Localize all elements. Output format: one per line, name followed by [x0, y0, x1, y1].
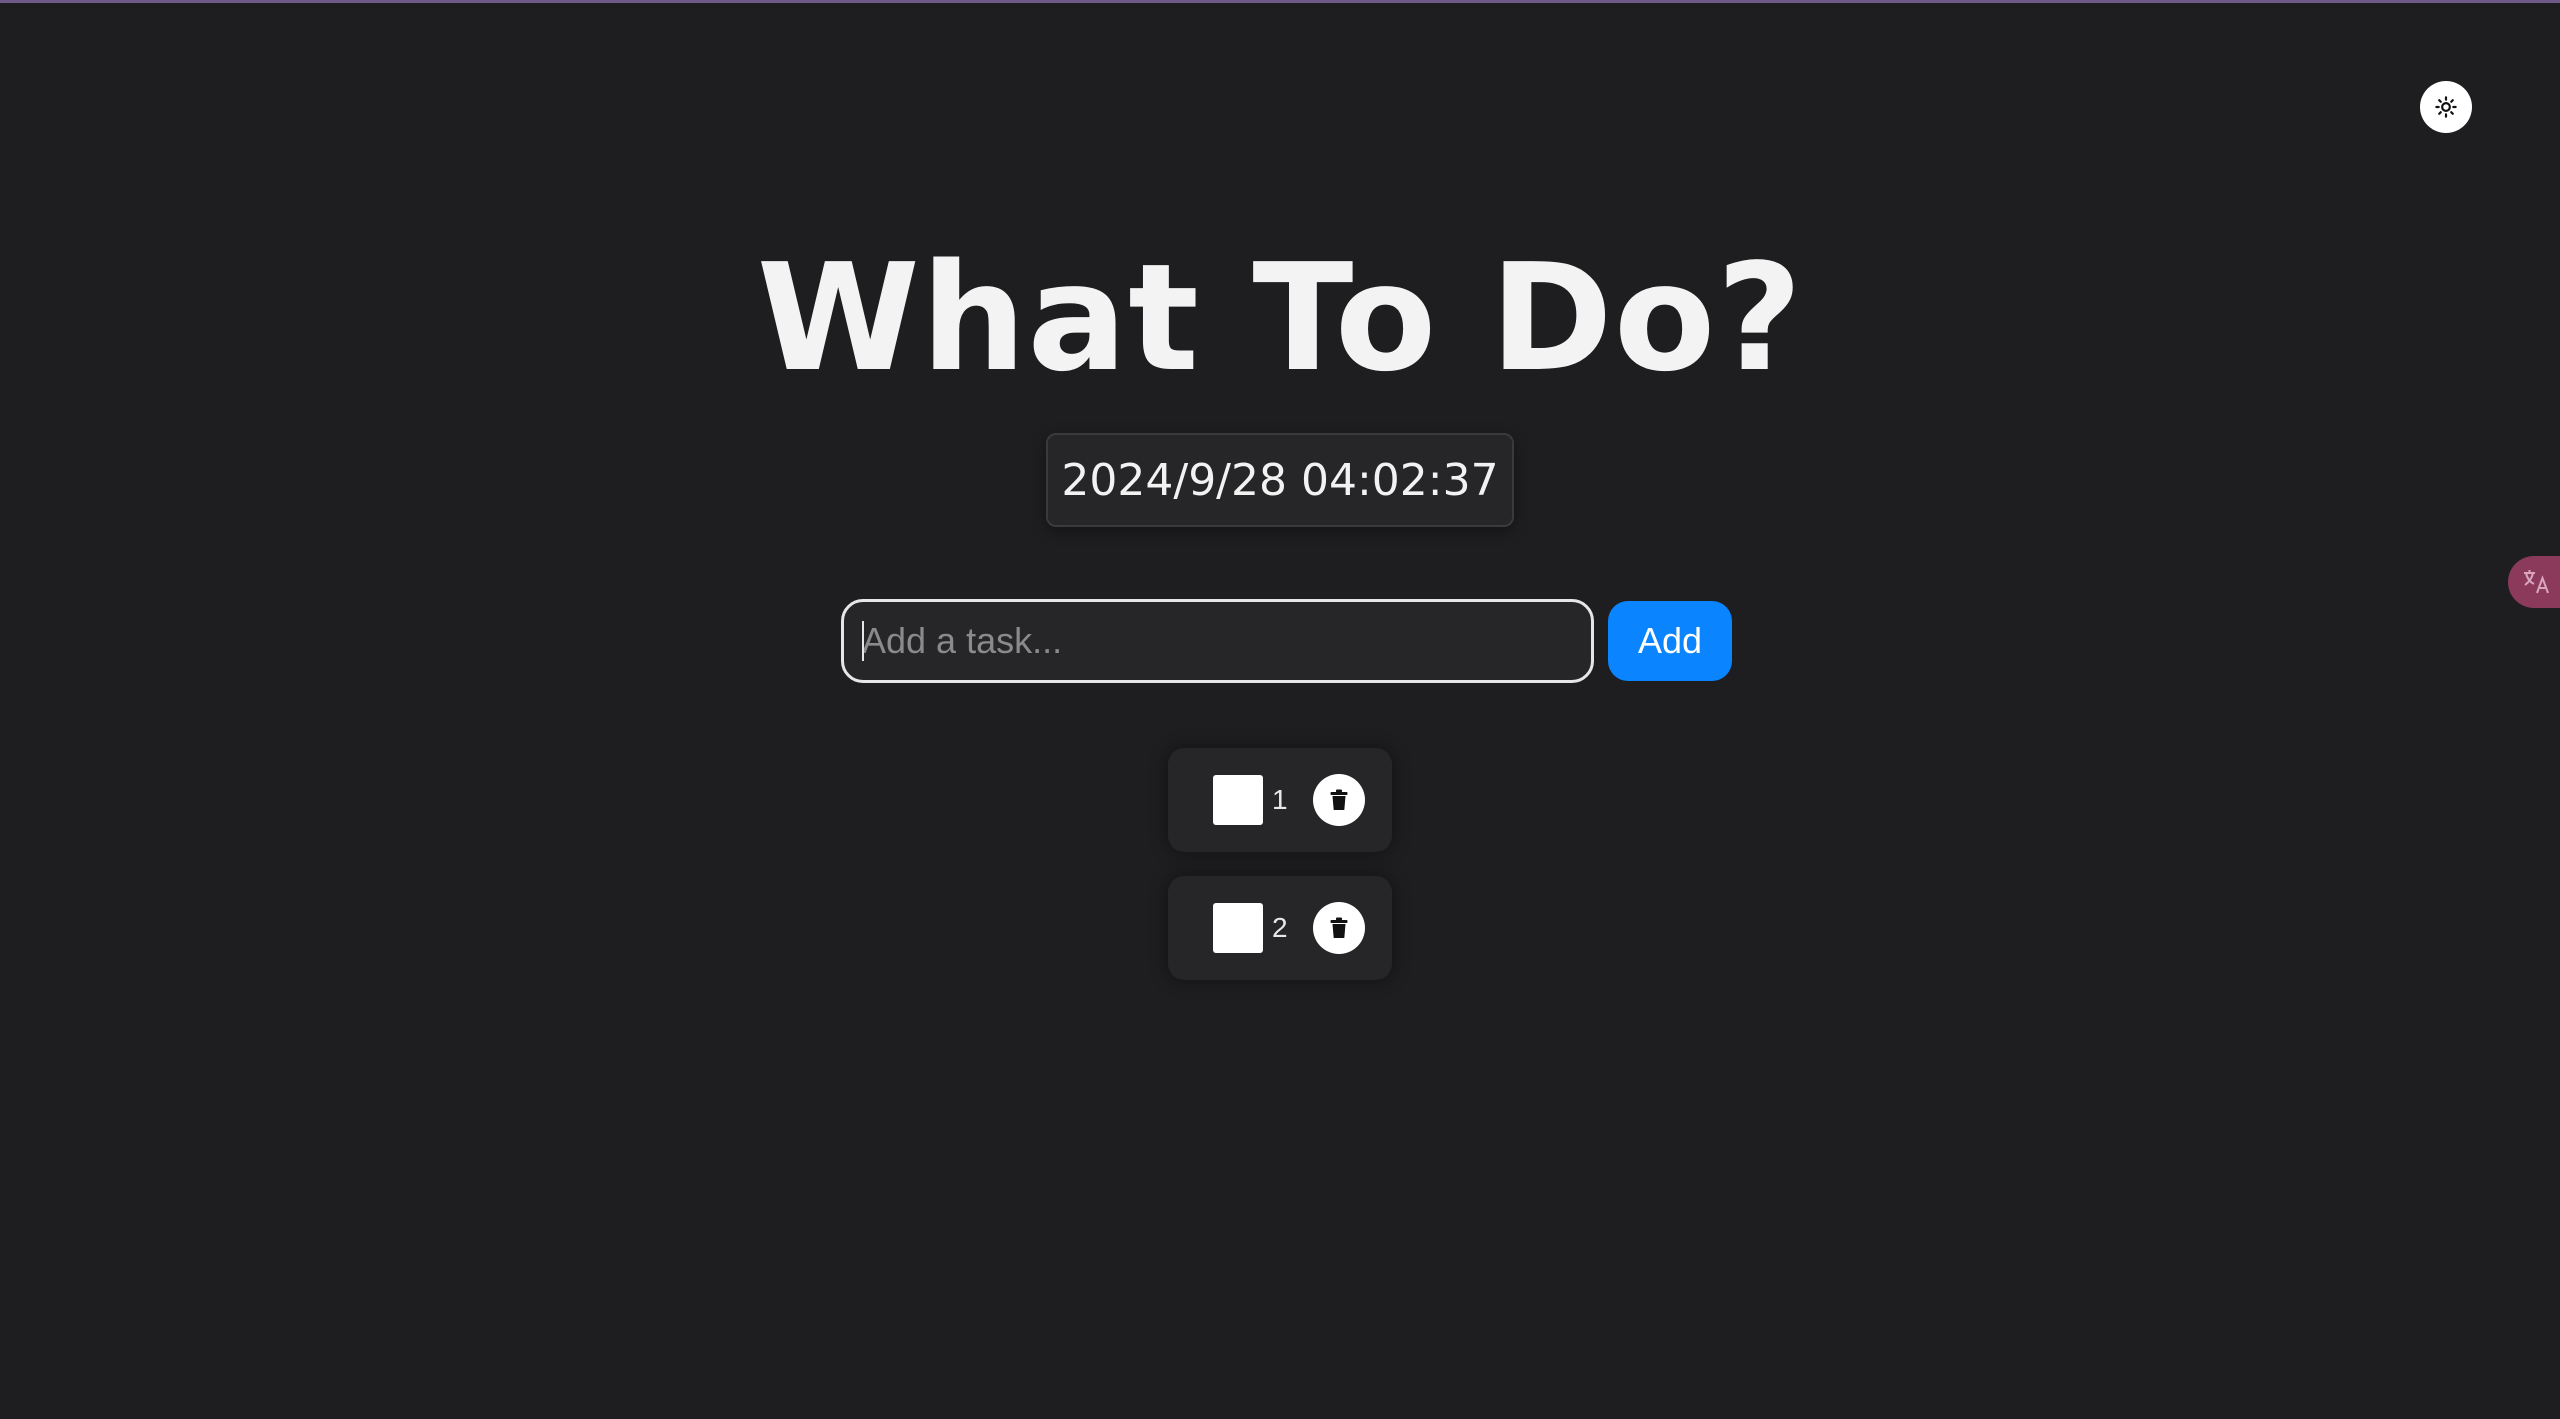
page-title: What To Do?: [756, 232, 1804, 404]
task-input[interactable]: [841, 599, 1594, 683]
task-checkbox[interactable]: [1213, 775, 1263, 825]
delete-task-button[interactable]: [1313, 902, 1365, 954]
translate-icon: [2524, 570, 2549, 594]
task-list: 1 2: [1168, 748, 1392, 1004]
add-task-button[interactable]: Add: [1608, 601, 1732, 681]
datetime-display: 2024/9/28 04:02:37: [1046, 433, 1514, 527]
sun-icon: [2435, 96, 2457, 118]
translate-extension-button[interactable]: [2508, 556, 2560, 608]
top-accent-line: [0, 0, 2560, 3]
theme-toggle-button[interactable]: [2420, 81, 2472, 133]
trash-icon: [1330, 917, 1348, 938]
trash-icon: [1330, 789, 1348, 810]
delete-task-button[interactable]: [1313, 774, 1365, 826]
task-label: 1: [1272, 784, 1288, 815]
task-item: 2: [1168, 876, 1392, 980]
text-caret: [862, 621, 864, 661]
task-item: 1: [1168, 748, 1392, 852]
task-label: 2: [1272, 912, 1288, 943]
task-checkbox[interactable]: [1213, 903, 1263, 953]
